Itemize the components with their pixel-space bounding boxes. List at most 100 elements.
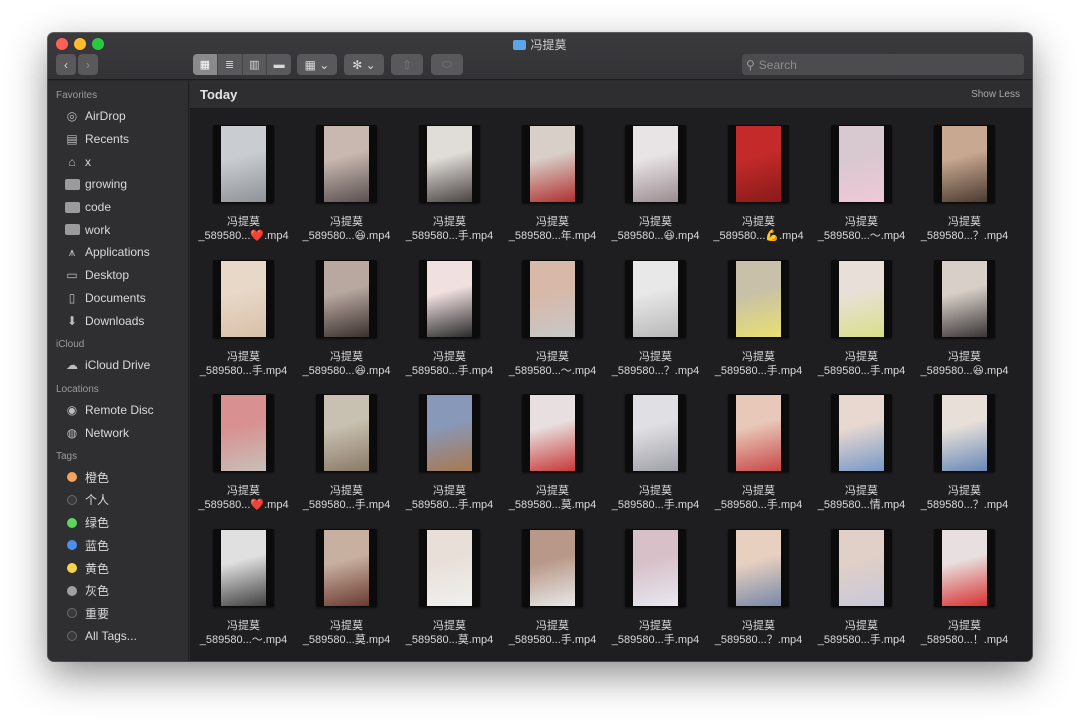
video-thumbnail xyxy=(728,394,789,472)
file-name-line2: _589580...情.mp4 xyxy=(817,499,906,511)
thumbnail-image xyxy=(324,260,369,337)
sidebar-item-tag[interactable]: 橙色 xyxy=(48,466,188,489)
sidebar-item-tag[interactable]: 重要 xyxy=(48,602,188,625)
show-less-button[interactable]: Show Less xyxy=(971,89,1020,100)
back-button[interactable]: ‹ xyxy=(56,54,76,75)
sidebar-section-header: iCloud xyxy=(56,338,85,350)
file-item[interactable]: 冯提莫 _589580...手.mp4 xyxy=(398,259,501,378)
file-item[interactable]: 冯提莫 _589580...手.mp4 xyxy=(707,394,810,512)
file-item[interactable]: 冯提莫 _589580...？.mp4 xyxy=(913,125,1016,243)
file-item[interactable]: 冯提莫 _589580...手.mp4 xyxy=(707,259,810,378)
sidebar-item-tag[interactable]: 黄色 xyxy=(48,557,188,580)
file-item[interactable]: 冯提莫 _589580...莫.mp4 xyxy=(398,528,501,647)
sidebar-item-tag[interactable]: 绿色 xyxy=(48,511,188,534)
file-item[interactable]: 冯提莫 _589580...手.mp4 xyxy=(810,259,913,378)
file-item[interactable]: 冯提莫 _589580...手.mp4 xyxy=(604,394,707,512)
group-by-button[interactable]: ▦ ⌄ xyxy=(297,54,337,75)
thumbnail-image xyxy=(942,529,987,606)
file-item[interactable]: 冯提莫 _589580...😆.mp4 xyxy=(913,259,1016,378)
sidebar-item-tag[interactable]: 个人 xyxy=(48,489,188,512)
search-icon: ⚲ xyxy=(746,57,755,72)
video-thumbnail xyxy=(831,259,892,338)
file-item[interactable]: 冯提莫 _589580...手.mp4 xyxy=(810,528,913,647)
sidebar-section-header: Locations xyxy=(56,383,99,395)
file-name-line2: _589580...手.mp4 xyxy=(405,230,494,242)
sidebar-item-tag[interactable]: 蓝色 xyxy=(48,534,188,557)
file-item[interactable]: 冯提莫 _589580...莫.mp4 xyxy=(295,528,398,647)
sidebar-item-documents[interactable]: ▯ Documents xyxy=(48,287,188,310)
sidebar-item-applications[interactable]: ⩚ Applications xyxy=(48,241,188,264)
file-item[interactable]: 冯提莫 _589580...😆.mp4 xyxy=(604,125,707,243)
sidebar-item-x[interactable]: ⌂ x xyxy=(48,150,188,173)
file-item[interactable]: 冯提莫 _589580...😆.mp4 xyxy=(295,125,398,243)
search-field[interactable]: ⚲ Search xyxy=(742,54,1024,75)
file-name-line2: _589580...手.mp4 xyxy=(508,633,597,646)
file-item[interactable]: 冯提莫 _589580...莫.mp4 xyxy=(501,394,604,512)
sidebar-item-label: 重要 xyxy=(85,606,110,621)
video-thumbnail xyxy=(934,125,995,203)
sidebar-item-downloads[interactable]: ⬇ Downloads xyxy=(48,309,188,332)
file-item[interactable]: 冯提莫 _589580...手.mp4 xyxy=(604,528,707,647)
file-name-line1: 冯提莫 xyxy=(433,216,466,228)
folder-icon xyxy=(64,223,80,237)
share-button[interactable]: ⇧ xyxy=(391,54,423,75)
file-name-line2: _589580...？.mp4 xyxy=(611,364,700,377)
folder-icon xyxy=(513,40,527,50)
sidebar-item-all-tags[interactable]: All Tags... xyxy=(48,625,188,648)
file-name-line1: 冯提莫 xyxy=(948,619,981,632)
video-thumbnail xyxy=(522,125,583,203)
file-item[interactable]: 冯提莫 _589580...💪.mp4 xyxy=(707,125,810,243)
file-item[interactable]: 冯提莫 _589580...手.mp4 xyxy=(192,259,295,378)
tag-icon xyxy=(64,561,80,575)
file-item[interactable]: 冯提莫 _589580...❤️.mp4 xyxy=(192,394,295,512)
all-tags-icon xyxy=(64,629,80,643)
file-item[interactable]: 冯提莫 _589580...？.mp4 xyxy=(913,394,1016,512)
file-item[interactable]: 冯提莫 _589580...？.mp4 xyxy=(707,528,810,647)
tag-icon xyxy=(64,606,80,620)
gallery-view-button[interactable]: ▬ xyxy=(267,54,291,75)
file-item[interactable]: 冯提莫 _589580...～.mp4 xyxy=(810,125,913,243)
file-item[interactable]: 冯提莫 _589580...～.mp4 xyxy=(501,259,604,378)
icon-view-button[interactable]: ▦ xyxy=(193,54,218,75)
file-item[interactable]: 冯提莫 _589580...😆.mp4 xyxy=(295,259,398,378)
column-view-button[interactable]: ▥ xyxy=(243,54,268,75)
file-item[interactable]: 冯提莫 _589580...情.mp4 xyxy=(810,394,913,512)
file-item[interactable]: 冯提莫 _589580...～.mp4 xyxy=(192,528,295,647)
file-name-line1: 冯提莫 xyxy=(948,485,981,497)
video-thumbnail xyxy=(419,528,480,607)
forward-button[interactable]: › xyxy=(78,54,98,75)
file-name-line2: _589580...莫.mp4 xyxy=(508,499,597,511)
file-item[interactable]: 冯提莫 _589580...手.mp4 xyxy=(398,394,501,512)
file-item[interactable]: 冯提莫 _589580...❤️.mp4 xyxy=(192,125,295,243)
file-name-line2: _589580...手.mp4 xyxy=(405,499,494,511)
thumbnail-image xyxy=(942,126,987,202)
file-item[interactable]: 冯提莫 _589580...手.mp4 xyxy=(398,125,501,243)
list-view-button[interactable]: ≣ xyxy=(218,54,243,75)
thumbnail-image xyxy=(736,529,781,606)
sidebar-item-growing[interactable]: growing xyxy=(48,173,188,196)
file-item[interactable]: 冯提莫 _589580...手.mp4 xyxy=(295,394,398,512)
file-name-line1: 冯提莫 xyxy=(742,216,775,228)
group-title: Today xyxy=(200,87,238,102)
sidebar-item-code[interactable]: code xyxy=(48,196,188,219)
sidebar-item-remote-disc[interactable]: ◉ Remote Disc xyxy=(48,399,188,422)
file-name-line1: 冯提莫 xyxy=(227,485,260,497)
thumbnail-image xyxy=(633,529,678,606)
sidebar-item-tag[interactable]: 灰色 xyxy=(48,579,188,602)
sidebar-item-recents[interactable]: ▤ Recents xyxy=(48,128,188,151)
sidebar-item-network[interactable]: ◍ Network xyxy=(48,421,188,444)
edit-tags-button[interactable]: ⬭ xyxy=(431,54,463,75)
file-item[interactable]: 冯提莫 _589580...！.mp4 xyxy=(913,528,1016,647)
file-name-line2: _589580...💪.mp4 xyxy=(713,230,804,242)
file-item[interactable]: 冯提莫 _589580...年.mp4 xyxy=(501,125,604,243)
action-gear-button[interactable]: ✻ ⌄ xyxy=(344,54,384,75)
sidebar-item-airdrop[interactable]: ◎ AirDrop xyxy=(48,105,188,128)
sidebar-item-work[interactable]: work xyxy=(48,218,188,241)
titlebar: 冯提莫 ‹ › ▦ ≣ ▥ ▬ ▦ ⌄ ✻ ⌄ ⇧ ⬭ ⚲ Search xyxy=(48,33,1032,80)
file-name-line2: _589580...手.mp4 xyxy=(199,364,288,377)
file-item[interactable]: 冯提莫 _589580...？.mp4 xyxy=(604,259,707,378)
video-thumbnail xyxy=(625,394,686,472)
sidebar-item-icloud-drive[interactable]: ☁ iCloud Drive xyxy=(48,354,188,377)
file-item[interactable]: 冯提莫 _589580...手.mp4 xyxy=(501,528,604,647)
sidebar-item-desktop[interactable]: ▭ Desktop xyxy=(48,264,188,287)
